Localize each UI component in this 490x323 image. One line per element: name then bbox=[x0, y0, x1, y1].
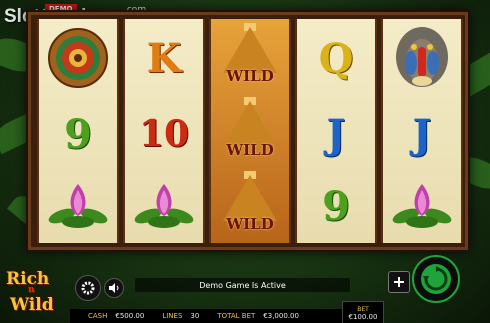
reel-5-symbol-1 bbox=[383, 21, 461, 95]
reel-2-symbol-1: K bbox=[146, 34, 182, 82]
reel-3-wild-2: WILD bbox=[211, 95, 289, 169]
plus-icon bbox=[394, 277, 404, 287]
sound-button[interactable] bbox=[104, 278, 124, 298]
reel-1-symbol-3 bbox=[39, 169, 117, 243]
lines-label: LINES bbox=[162, 312, 183, 320]
bet-label: BET bbox=[357, 305, 369, 313]
reel-1-symbol-1 bbox=[39, 21, 117, 95]
reel-2-symbol-3 bbox=[125, 169, 203, 243]
spin-button[interactable] bbox=[412, 255, 460, 303]
reel-5: J bbox=[381, 19, 463, 243]
reel-5-symbol-2: J bbox=[412, 110, 432, 158]
reel-1-symbol-2: 9 bbox=[64, 110, 92, 158]
reel-5-symbol-3 bbox=[383, 169, 461, 243]
game-logo: Rich n Wild bbox=[6, 269, 54, 315]
settings-button[interactable] bbox=[75, 275, 101, 301]
cash-value: €500.00 bbox=[115, 312, 145, 320]
reel-4-symbol-1: Q bbox=[318, 34, 354, 82]
game-screen: SlotCatalog DEMO .com 9 bbox=[0, 0, 490, 323]
stats-bar: CASH €500.00 LINES 30 TOTAL BET €3,000.0… bbox=[70, 309, 382, 323]
status-message: Demo Game Is Active bbox=[135, 278, 350, 292]
bet-plus-button[interactable] bbox=[388, 271, 410, 293]
reel-2-symbol-2: 10 bbox=[138, 113, 190, 155]
reel-4: Q J 9 bbox=[295, 19, 377, 243]
reel-1: 9 bbox=[37, 19, 119, 243]
reel-4-symbol-3: 9 bbox=[322, 182, 350, 230]
sun-medallion-icon bbox=[48, 28, 108, 88]
total-bet-label: TOTAL BET bbox=[217, 312, 256, 320]
reels-frame: 9 K 10 WILD WILD WILD Q J 9 J bbox=[28, 12, 468, 250]
cash-label: CASH bbox=[88, 312, 108, 320]
bet-display[interactable]: BET €100.00 bbox=[342, 301, 384, 323]
mandrill-icon bbox=[396, 27, 448, 87]
gear-icon bbox=[81, 281, 95, 295]
speaker-icon bbox=[109, 283, 119, 293]
spin-arrows-icon bbox=[421, 264, 451, 294]
flower-icon bbox=[392, 184, 452, 228]
flower-icon bbox=[48, 184, 108, 228]
reel-3-wild-1: WILD bbox=[211, 21, 289, 95]
reel-3: WILD WILD WILD bbox=[209, 19, 291, 243]
bet-value: €100.00 bbox=[348, 312, 378, 321]
reel-4-symbol-2: J bbox=[326, 110, 346, 158]
reel-2: K 10 bbox=[123, 19, 205, 243]
flower-icon bbox=[134, 184, 194, 228]
reel-3-wild-3: WILD bbox=[211, 169, 289, 243]
lines-value: 30 bbox=[190, 312, 200, 320]
control-panel: Rich n Wild Demo Game Is Active CASH €50… bbox=[0, 247, 490, 323]
total-bet-value: €3,000.00 bbox=[263, 312, 299, 320]
